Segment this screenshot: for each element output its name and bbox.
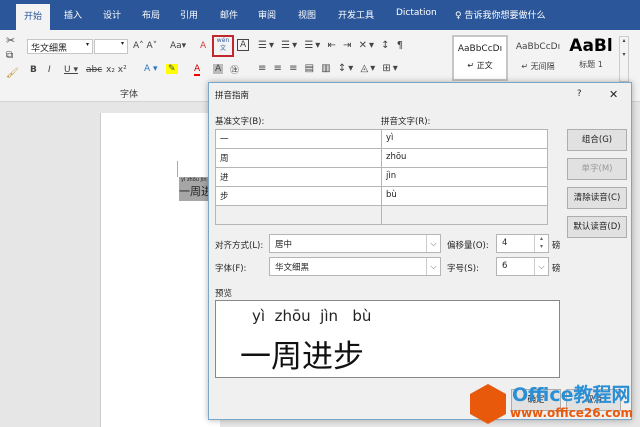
tab-references[interactable]: 引用 <box>180 8 198 21</box>
tab-mailings[interactable]: 邮件 <box>220 8 238 21</box>
clear-ruby-button[interactable]: 清除读音(C) <box>567 187 627 209</box>
cut-icon[interactable]: ✂ <box>6 34 15 47</box>
mono-button[interactable]: 单字(M) <box>567 158 627 180</box>
style-no-spacing[interactable]: AaBbCcDı ↵ 无间隔 <box>510 42 566 72</box>
tab-layout[interactable]: 布局 <box>142 8 160 21</box>
font-name-select[interactable]: 华文细黑▾ <box>27 39 93 54</box>
style-preview: AaBl <box>566 36 616 56</box>
format-painter-icon[interactable]: 🖌 <box>6 68 19 79</box>
phonetic-guide-button[interactable]: wén 文 <box>212 35 234 57</box>
ruby-text-label: 拼音文字(R): <box>381 115 430 127</box>
tab-insert[interactable]: 插入 <box>64 8 82 21</box>
style-heading1[interactable]: AaBl 标题 1 <box>566 36 616 70</box>
help-button[interactable]: ? <box>577 89 582 99</box>
font-value: 华文细黑 <box>275 263 309 273</box>
alignment-value: 居中 <box>275 240 292 250</box>
style-name: 标题 1 <box>566 59 616 70</box>
preview-ruby: yì zhōu jìn bù <box>252 307 371 325</box>
ruby-cell[interactable]: zhōu <box>381 148 548 168</box>
change-case-icon[interactable]: Aa▾ <box>170 41 186 51</box>
underline-button[interactable]: U ▾ <box>64 65 78 75</box>
tab-home[interactable]: 开始 <box>16 4 50 30</box>
font-name-value: 华文细黑 <box>31 44 67 54</box>
size-unit: 磅 <box>552 262 561 274</box>
style-name: ↵ 无间隔 <box>510 61 566 72</box>
base-cell[interactable] <box>215 205 382 225</box>
ribbon-tabs: 开始 插入 设计 布局 引用 邮件 审阅 视图 开发工具 Dictation ♀… <box>0 0 640 30</box>
preview-text: 一周进步 <box>240 331 364 376</box>
tab-design[interactable]: 设计 <box>103 8 121 21</box>
align-icons[interactable]: ≡ ≡ ≡ ▤ ▥ ↕▾ ◬▾ ⊞▾ <box>258 63 400 74</box>
char-shading-icon[interactable]: A <box>213 64 223 74</box>
chevron-down-icon: ⌵ <box>426 235 440 252</box>
size-label: 字号(S): <box>447 262 479 274</box>
dialog-title: 拼音指南 <box>215 89 249 101</box>
alignment-select[interactable]: 居中 ⌵ <box>269 234 441 253</box>
ruby-cell[interactable]: jìn <box>381 167 548 187</box>
preview-label: 预览 <box>215 287 232 299</box>
ruby-cell[interactable]: bù <box>381 186 548 206</box>
preview-box: yì zhōu jìn bù 一周进步 <box>215 300 560 378</box>
font-label: 字体(F): <box>215 262 246 274</box>
chevron-down-icon: ⌵ <box>534 258 548 275</box>
margin-mark <box>177 161 178 177</box>
office-logo-icon <box>470 384 506 424</box>
highlight-icon[interactable]: ✎ <box>166 64 178 74</box>
watermark-url: www.office26.com <box>510 406 633 420</box>
strikethrough-button[interactable]: abc <box>86 65 102 75</box>
tab-dictation[interactable]: Dictation <box>396 8 437 18</box>
style-preview: AaBbCcDı <box>454 44 506 54</box>
ruby-cell[interactable] <box>381 205 548 225</box>
font-group-label: 字体 <box>120 87 138 100</box>
base-cell[interactable]: 一 <box>215 129 382 149</box>
styles-scrollbar[interactable]: ▴▾ <box>619 36 629 82</box>
base-text-label: 基准文字(B): <box>215 115 264 127</box>
phonetic-guide-dialog: 拼音指南 ? ✕ 基准文字(B): 拼音文字(R): 一 yì 周 zhōu 进… <box>208 82 632 420</box>
watermark-name: Office教程网 <box>512 380 631 407</box>
italic-button[interactable]: I <box>48 65 51 75</box>
base-cell[interactable]: 步 <box>215 186 382 206</box>
watermark: Office教程网 www.office26.com <box>470 378 640 427</box>
base-cell[interactable]: 周 <box>215 148 382 168</box>
chevron-down-icon: ⌵ <box>426 258 440 275</box>
phonetic-guide-icon: wén 文 <box>217 37 229 52</box>
base-cell[interactable]: 进 <box>215 167 382 187</box>
document-page: yì zhōu jìn 一周进 <box>100 113 220 427</box>
spinner-arrows-icon[interactable]: ▴▾ <box>534 235 548 252</box>
offset-unit: 磅 <box>552 239 561 251</box>
enclose-char-icon[interactable]: ㊟ <box>230 63 239 76</box>
ruby-cell[interactable]: yì <box>381 129 548 149</box>
style-name: ↵ 正文 <box>454 60 506 71</box>
copy-icon[interactable]: ⧉ <box>6 50 13 61</box>
style-normal[interactable]: AaBbCcDı ↵ 正文 <box>452 35 508 81</box>
offset-label: 偏移量(O): <box>447 239 489 251</box>
text-effects-icon[interactable]: A ▾ <box>144 64 158 74</box>
default-ruby-button[interactable]: 默认读音(D) <box>567 216 627 238</box>
group-button[interactable]: 组合(G) <box>567 129 627 151</box>
close-button[interactable]: ✕ <box>609 88 618 101</box>
font-select[interactable]: 华文细黑 ⌵ <box>269 257 441 276</box>
subscript-button[interactable]: x₂ x² <box>106 65 127 75</box>
size-value: 6 <box>502 261 507 271</box>
tab-review[interactable]: 审阅 <box>258 8 276 21</box>
clear-format-icon[interactable]: A <box>200 41 206 51</box>
style-preview: AaBbCcDı <box>510 42 566 52</box>
size-select[interactable]: 6⌵ <box>496 257 549 276</box>
alignment-label: 对齐方式(L): <box>215 239 263 251</box>
offset-spinner[interactable]: 4 ▴▾ <box>496 234 549 253</box>
tell-me-text: 告诉我你想要做什么 <box>464 11 545 21</box>
list-icons[interactable]: ☰▾ ☰▾ ☰▾ ⇤ ⇥ ✕▾ ↕ ¶ <box>258 40 405 51</box>
bold-button[interactable]: B <box>30 65 37 75</box>
tell-me-search[interactable]: ♀ 告诉我你想要做什么 <box>455 8 545 21</box>
font-color-icon[interactable]: A <box>194 64 200 76</box>
char-border-icon[interactable]: A <box>237 39 249 51</box>
font-size-select[interactable]: ▾ <box>94 39 128 54</box>
tab-developer[interactable]: 开发工具 <box>338 8 374 21</box>
grow-font-icon[interactable]: A˄ A˅ <box>133 41 157 51</box>
offset-value: 4 <box>502 238 507 248</box>
tab-view[interactable]: 视图 <box>298 8 316 21</box>
